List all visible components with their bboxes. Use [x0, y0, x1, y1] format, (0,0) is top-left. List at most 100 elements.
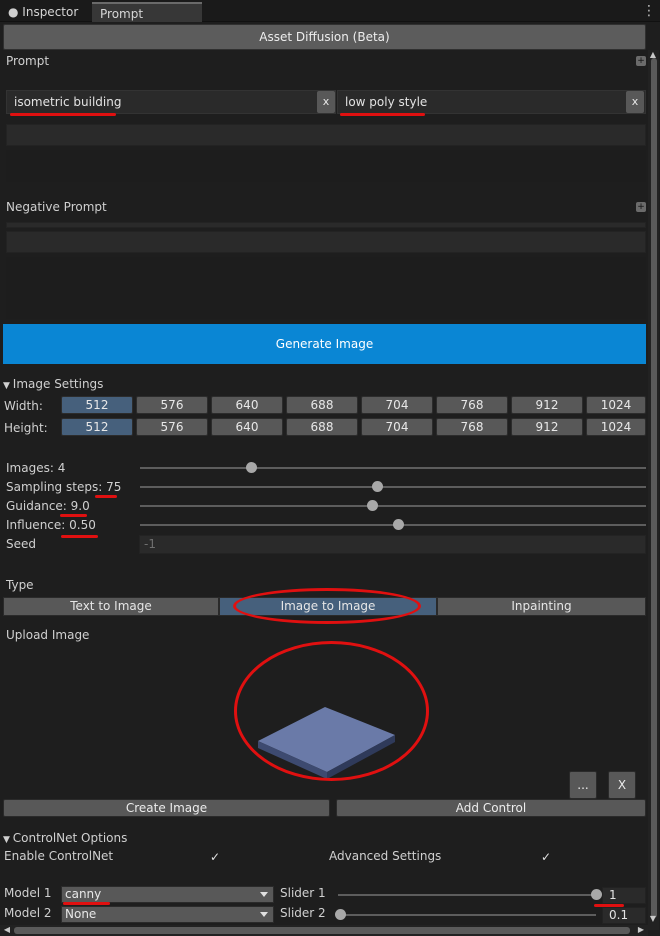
- type-option-inpainting[interactable]: Inpainting: [437, 597, 646, 616]
- annotation-underline: [10, 113, 116, 116]
- enable-controlnet-label: Enable ControlNet: [4, 849, 114, 863]
- images-value: 4: [57, 461, 66, 475]
- width-option[interactable]: 640: [211, 396, 283, 414]
- advanced-settings-checkbox[interactable]: ✓: [539, 850, 553, 864]
- clear-image-button[interactable]: X: [608, 771, 636, 799]
- influence-value: 0.50: [69, 518, 96, 532]
- annotation-underline: [61, 535, 98, 538]
- height-option[interactable]: 688: [286, 418, 358, 436]
- scroll-down-arrow-icon[interactable]: ▼: [648, 914, 658, 924]
- model2-label: Model 2: [4, 906, 52, 920]
- negative-prompt-tags[interactable]: [6, 222, 646, 228]
- width-option[interactable]: 768: [436, 396, 508, 414]
- unity-icon: ●: [8, 5, 23, 19]
- height-option[interactable]: 1024: [586, 418, 646, 436]
- prompt-add-button[interactable]: +: [636, 56, 646, 66]
- influence-label: Influence: 0.50: [6, 518, 96, 532]
- horizontal-scroll-thumb[interactable]: [14, 927, 630, 934]
- slider2-label: Slider 2: [280, 906, 326, 920]
- remove-tag-button[interactable]: x: [317, 91, 335, 113]
- scroll-left-arrow-icon[interactable]: ◀: [2, 925, 12, 935]
- images-slider[interactable]: [140, 467, 646, 469]
- image-settings-header[interactable]: ▼ Image Settings: [3, 377, 103, 391]
- scroll-right-arrow-icon[interactable]: ▶: [636, 925, 646, 935]
- annotation-underline: [63, 902, 110, 905]
- dropdown-caret-icon: [260, 892, 268, 897]
- prompt-label: Prompt: [6, 54, 50, 68]
- annotation-underline: [95, 495, 117, 498]
- remove-tag-button[interactable]: x: [626, 91, 644, 113]
- foldout-triangle-icon: ▼: [3, 835, 13, 845]
- advanced-settings-label: Advanced Settings: [329, 849, 442, 863]
- vertical-scroll-thumb[interactable]: [651, 58, 657, 918]
- sampling-steps-slider-handle[interactable]: [372, 481, 384, 492]
- sampling-steps-value: 75: [106, 480, 122, 494]
- generate-image-button[interactable]: Generate Image: [3, 324, 646, 364]
- create-image-button[interactable]: Create Image: [3, 799, 330, 817]
- model1-dropdown[interactable]: canny: [61, 886, 274, 903]
- height-option[interactable]: 912: [511, 418, 583, 436]
- width-option[interactable]: 1024: [586, 396, 646, 414]
- width-option[interactable]: 688: [286, 396, 358, 414]
- prompt-tag-text: low poly style: [345, 95, 428, 109]
- add-control-button[interactable]: Add Control: [336, 799, 646, 817]
- height-option[interactable]: 576: [136, 418, 208, 436]
- annotation-underline: [594, 904, 624, 907]
- height-option[interactable]: 704: [361, 418, 433, 436]
- negative-prompt-add-button[interactable]: +: [636, 202, 646, 212]
- seed-input[interactable]: -1: [139, 535, 646, 554]
- width-option[interactable]: 912: [511, 396, 583, 414]
- width-label: Width:: [4, 399, 43, 413]
- type-option-text-to-image[interactable]: Text to Image: [3, 597, 219, 616]
- guidance-label: Guidance: 9.0: [6, 499, 90, 513]
- prompt-tag[interactable]: isometric building x: [6, 90, 336, 114]
- dropdown-caret-icon: [260, 912, 268, 917]
- height-option[interactable]: 768: [436, 418, 508, 436]
- slider2-handle[interactable]: [334, 909, 346, 920]
- foldout-triangle-icon: ▼: [3, 381, 13, 391]
- height-option[interactable]: 640: [211, 418, 283, 436]
- influence-slider-handle[interactable]: [392, 519, 404, 530]
- tab-bar: ● Inspector Prompt Window ⋮: [0, 0, 660, 41]
- enable-controlnet-checkbox[interactable]: ✓: [208, 850, 222, 864]
- prompt-input[interactable]: [6, 124, 646, 146]
- guidance-slider-handle[interactable]: [367, 500, 379, 511]
- slider2-track[interactable]: [340, 914, 596, 916]
- slider1-value[interactable]: 1: [602, 887, 646, 904]
- guidance-value: 9.0: [70, 499, 90, 513]
- images-slider-label: Images: 4: [6, 461, 66, 475]
- browse-image-button[interactable]: ...: [569, 771, 597, 799]
- guidance-slider[interactable]: [140, 505, 646, 507]
- model2-dropdown[interactable]: None: [61, 906, 274, 923]
- slider1-handle[interactable]: [590, 889, 602, 900]
- controlnet-options-header[interactable]: ▼ ControlNet Options: [3, 831, 127, 845]
- seed-label: Seed: [6, 537, 36, 551]
- type-label: Type: [6, 578, 34, 592]
- prompt-tag[interactable]: low poly style x: [337, 90, 646, 114]
- width-option[interactable]: 512: [61, 396, 133, 414]
- kebab-menu-icon[interactable]: ⋮: [642, 3, 656, 19]
- negative-prompt-textarea[interactable]: [6, 257, 646, 319]
- prompt-tag-text: isometric building: [14, 95, 122, 109]
- slider1-label: Slider 1: [280, 886, 326, 900]
- model1-label: Model 1: [4, 886, 52, 900]
- images-slider-handle[interactable]: [245, 462, 257, 473]
- annotation-circle: [234, 641, 429, 781]
- width-option[interactable]: 704: [361, 396, 433, 414]
- annotation-underline: [340, 113, 425, 116]
- tab-inspector[interactable]: ● Inspector: [0, 2, 86, 22]
- height-option[interactable]: 512: [61, 418, 133, 436]
- height-label: Height:: [4, 421, 48, 435]
- slider1-track[interactable]: [338, 894, 596, 896]
- sampling-steps-slider[interactable]: [140, 486, 646, 488]
- annotation-underline: [60, 514, 87, 517]
- width-option[interactable]: 576: [136, 396, 208, 414]
- prompt-textarea[interactable]: [6, 150, 646, 182]
- annotation-circle: [233, 588, 421, 624]
- slider2-value[interactable]: 0.1: [602, 907, 646, 924]
- window-title[interactable]: Asset Diffusion (Beta): [3, 24, 646, 50]
- negative-prompt-input[interactable]: [6, 231, 646, 253]
- sampling-steps-label: Sampling steps: 75: [6, 480, 122, 494]
- tab-prompt-window[interactable]: Prompt Window: [92, 2, 202, 41]
- negative-prompt-label: Negative Prompt: [6, 200, 107, 214]
